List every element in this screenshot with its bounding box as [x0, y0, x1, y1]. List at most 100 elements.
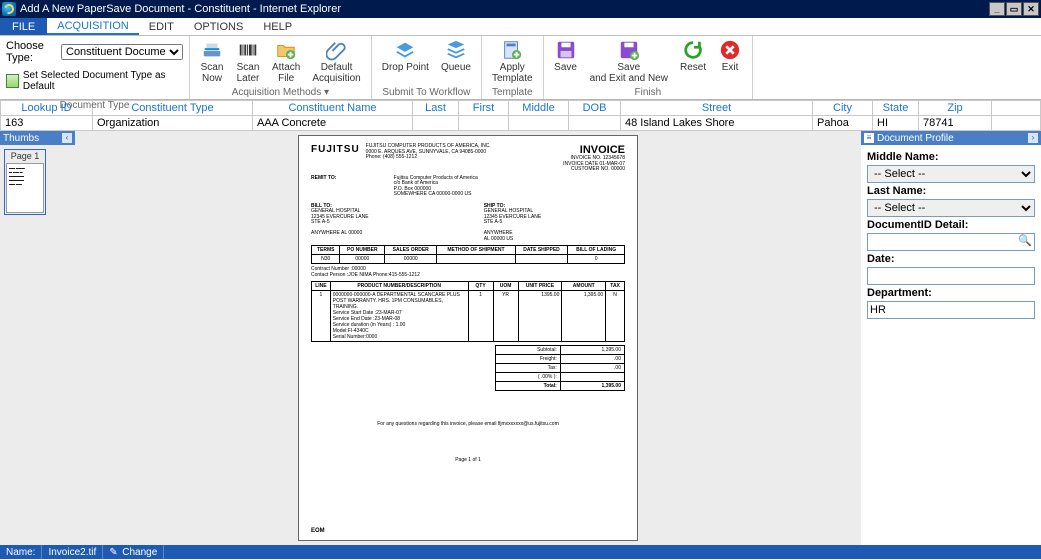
ribbon-group-template: Apply Template Template	[482, 36, 544, 99]
edit-icon: ✎	[109, 547, 119, 557]
tab-edit[interactable]: EDIT	[139, 18, 184, 35]
col-extra	[992, 101, 1041, 116]
document-id-search-icon[interactable]: 🔍	[1018, 234, 1032, 247]
grid-data-row[interactable]: 163 Organization AAA Concrete 48 Island …	[1, 116, 1041, 131]
queue-button[interactable]: Queue	[435, 38, 477, 74]
cell-lookup-id: 163	[1, 116, 93, 131]
inv-customer: CUSTOMER NO. 00000	[563, 167, 625, 173]
inv-terms-table: TERMS PO NUMBER SALES ORDER METHOD OF SH…	[311, 245, 625, 264]
col-first[interactable]: First	[459, 101, 509, 116]
inv-totals-table: Subtotal:1,395.00 Freight:.00 Tax:.00 ( …	[495, 345, 625, 391]
template-icon	[501, 39, 523, 61]
close-circle-icon	[719, 39, 741, 61]
refresh-icon	[682, 39, 704, 61]
inv-brand: FUJITSU	[311, 144, 360, 155]
profile-panel-header: ≡ Document Profile ›	[861, 131, 1041, 145]
shipto-lines: GENERAL HOSPITAL 12345 EVERCURE LANE STE…	[484, 208, 542, 242]
folder-plus-icon	[275, 39, 297, 61]
ie-icon	[2, 2, 16, 16]
middle-name-select[interactable]: -- Select --	[867, 165, 1035, 183]
thumbs-panel: Thumbs ‹ Page 1 ▬▬ ▬▬▬▬ ▬▬ ▬▬▬▬▬▬▬▬▬▬▬▬▬…	[0, 131, 75, 545]
col-dob[interactable]: DOB	[569, 101, 621, 116]
grid-header-row: Lookup ID Constituent Type Constituent N…	[1, 101, 1041, 116]
menubar: FILE ACQUISITION EDIT OPTIONS HELP	[0, 18, 1041, 36]
cell-city: Pahoa	[813, 116, 873, 131]
close-button[interactable]: ✕	[1023, 2, 1039, 16]
file-tab[interactable]: FILE	[0, 18, 47, 35]
group-label-template: Template	[482, 87, 543, 99]
ribbon: Choose Type: Constituent Documentation S…	[0, 36, 1041, 100]
ribbon-group-document-type: Choose Type: Constituent Documentation S…	[0, 36, 190, 99]
scan-later-button[interactable]: Scan Later	[230, 38, 266, 84]
profile-collapse-button[interactable]: ›	[1028, 133, 1038, 143]
choose-type-label: Choose Type:	[6, 40, 58, 64]
cell-middle	[509, 116, 569, 131]
barcode-icon	[237, 39, 259, 61]
col-constituent-name[interactable]: Constituent Name	[253, 101, 413, 116]
maximize-button[interactable]: ▭	[1006, 2, 1022, 16]
tab-acquisition[interactable]: ACQUISITION	[47, 18, 139, 35]
exit-label: Exit	[722, 63, 739, 74]
set-default-icon[interactable]	[6, 74, 19, 88]
cell-first	[459, 116, 509, 131]
billto-lines: GENERAL HOSPITAL 12345 EVERCURE LANE STE…	[311, 208, 369, 236]
contact-person-value: :JOE NIMA Phone:415-555-1212	[347, 272, 420, 278]
tab-help[interactable]: HELP	[253, 18, 302, 35]
inv-pager: Page 1 of 1	[311, 457, 625, 463]
document-viewer[interactable]: FUJITSU FUJITSU COMPUTER PRODUCTS OF AME…	[75, 131, 861, 545]
record-grid: Lookup ID Constituent Type Constituent N…	[0, 100, 1041, 131]
save-button[interactable]: Save	[548, 38, 584, 74]
group-label-acquisition: Acquisition Methods ▾	[190, 87, 371, 99]
status-file-name[interactable]: Invoice2.tif	[42, 545, 103, 559]
thumbs-panel-header: Thumbs ‹	[0, 131, 75, 145]
set-default-label[interactable]: Set Selected Document Type as Default	[23, 70, 183, 92]
contact-person-label: Contact Person	[311, 272, 345, 278]
thumb-page-1-label: Page 1	[6, 151, 44, 161]
save-label: Save	[554, 63, 577, 74]
choose-type-select[interactable]: Constituent Documentation	[61, 44, 183, 60]
minimize-button[interactable]: _	[989, 2, 1005, 16]
apply-template-label: Apply Template	[492, 63, 533, 84]
tab-options[interactable]: OPTIONS	[184, 18, 254, 35]
save-exit-new-button[interactable]: Save and Exit and New	[584, 38, 674, 84]
col-zip[interactable]: Zip	[919, 101, 992, 116]
date-input[interactable]	[867, 267, 1035, 285]
col-middle[interactable]: Middle	[509, 101, 569, 116]
attach-file-button[interactable]: Attach File	[266, 38, 306, 84]
last-name-select[interactable]: -- Select --	[867, 199, 1035, 217]
default-acq-label: Default Acquisition	[312, 63, 360, 84]
exit-button[interactable]: Exit	[712, 38, 748, 74]
drop-point-button[interactable]: Drop Point	[376, 38, 435, 74]
thumb-page-1[interactable]: Page 1 ▬▬ ▬▬▬▬ ▬▬ ▬▬▬▬▬▬▬▬▬▬▬▬▬ ▬▬	[4, 149, 46, 215]
group-label-finish: Finish	[544, 87, 753, 99]
col-city[interactable]: City	[813, 101, 873, 116]
default-acquisition-button[interactable]: Default Acquisition	[306, 38, 366, 84]
document-id-input[interactable]	[867, 233, 1035, 251]
remit-lines: Fujitsu Computer Products of America c/o…	[394, 176, 478, 198]
ribbon-group-finish: Save Save and Exit and New Reset Exit Fi…	[544, 36, 754, 99]
cell-street: 48 Island Lakes Shore	[621, 116, 813, 131]
scanner-icon	[201, 39, 223, 61]
reset-button[interactable]: Reset	[674, 38, 712, 74]
thumbs-collapse-button[interactable]: ‹	[62, 133, 72, 143]
status-change-button[interactable]: ✎ Change	[103, 545, 164, 559]
ribbon-group-acquisition: Scan Now Scan Later Attach File Default …	[190, 36, 372, 99]
paperclip-icon	[326, 39, 348, 61]
inv-footnote: For any questions regarding this invoice…	[311, 421, 625, 427]
thumb-page-1-preview: ▬▬ ▬▬▬▬ ▬▬ ▬▬▬▬▬▬▬▬▬▬▬▬▬ ▬▬	[6, 163, 44, 213]
cell-last	[413, 116, 459, 131]
drop-point-label: Drop Point	[382, 63, 429, 74]
thumbs-title: Thumbs	[3, 133, 39, 144]
status-change-label: Change	[122, 547, 157, 558]
col-state[interactable]: State	[873, 101, 919, 116]
inv-eom: EOM	[311, 528, 325, 534]
last-name-label: Last Name:	[867, 185, 1035, 197]
scan-now-button[interactable]: Scan Now	[194, 38, 230, 84]
main-area: Thumbs ‹ Page 1 ▬▬ ▬▬▬▬ ▬▬ ▬▬▬▬▬▬▬▬▬▬▬▬▬…	[0, 131, 1041, 545]
col-street[interactable]: Street	[621, 101, 813, 116]
department-input[interactable]	[867, 301, 1035, 319]
queue-icon	[445, 39, 467, 61]
col-last[interactable]: Last	[413, 101, 459, 116]
apply-template-button[interactable]: Apply Template	[486, 38, 539, 84]
cell-constituent-name: AAA Concrete	[253, 116, 413, 131]
